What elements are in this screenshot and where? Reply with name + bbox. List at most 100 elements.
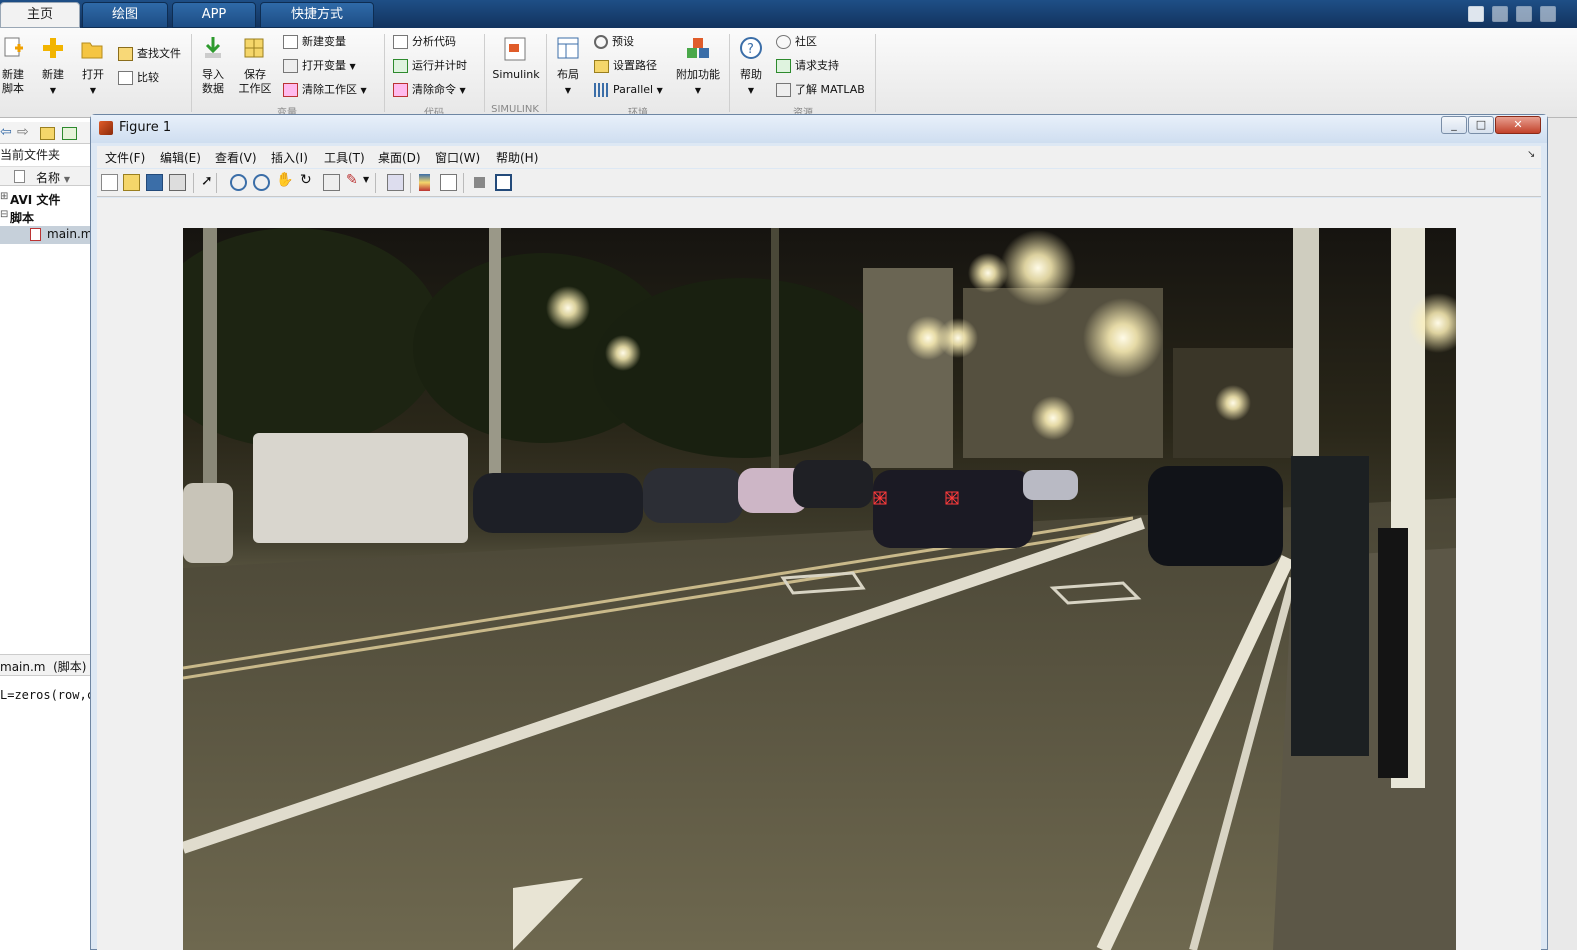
street-photo-svg [183,228,1456,950]
pan-hand-icon[interactable]: ✋ [276,172,293,188]
parallel-button[interactable]: Parallel ▼ [594,82,663,99]
menu-help[interactable]: 帮助(H) [496,149,538,166]
name-column-label: 名称 [36,171,61,185]
new-variable-icon [283,35,298,49]
open-file-icon[interactable] [123,174,140,191]
help-dropdown-icon[interactable]: ▼ [745,84,757,98]
code-preview: L=zeros(row,co [0,688,102,702]
help-button[interactable]: 帮助 [734,68,768,82]
up-folder-icon[interactable] [40,127,55,140]
data-cursor-icon[interactable] [323,174,340,191]
colorbar-icon[interactable] [419,174,430,191]
zoom-in-icon[interactable] [230,174,247,191]
addons-button[interactable]: 附加功能 [670,68,726,82]
run-and-time-button[interactable]: 运行并计时 [393,58,467,74]
figure-title-bar[interactable]: Figure 1 _ □ ✕ [91,115,1547,143]
close-button[interactable]: ✕ [1495,116,1541,134]
show-plot-tools-icon[interactable] [495,174,512,191]
clear-workspace-button[interactable]: 清除工作区 ▼ [283,82,367,99]
copy-icon[interactable] [1540,6,1556,22]
save-workspace-icon [243,36,265,60]
clear-commands-dropdown-icon[interactable]: ▼ [460,86,466,95]
menu-desktop[interactable]: 桌面(D) [378,149,421,166]
toolbar-separator [216,173,217,193]
clear-commands-button[interactable]: 清除命令 ▼ [393,82,466,99]
learn-matlab-button[interactable]: 了解 MATLAB [776,82,865,98]
set-path-button[interactable]: 设置路径 [594,58,657,74]
sort-dropdown-icon[interactable]: ▼ [64,175,70,184]
run-and-time-label: 运行并计时 [412,59,467,72]
request-support-button[interactable]: 请求支持 [776,58,839,74]
legend-icon[interactable] [440,174,457,191]
menu-file[interactable]: 文件(F) [105,149,145,166]
brush-dropdown-icon[interactable]: ▼ [363,175,369,184]
new-script-button[interactable]: 新建 脚本 [0,68,26,96]
community-button[interactable]: 社区 [776,34,817,50]
column-header: 名称 ▼ [0,166,92,186]
clear-workspace-icon [283,83,298,97]
tree-item-scripts[interactable]: ⊟ 脚本 [0,208,92,226]
import-data-button[interactable]: 导入 数据 [198,68,228,96]
new-button[interactable]: 新建 [38,68,68,82]
tab-plots[interactable]: 绘图 [82,2,168,28]
open-dropdown-icon[interactable]: ▼ [87,84,99,98]
find-files-icon [118,47,133,61]
tab-apps[interactable]: APP [172,2,256,28]
browse-folder-icon[interactable] [62,127,77,140]
print-icon[interactable] [169,174,186,191]
dock-arrow-icon[interactable]: ↘ [1527,149,1535,160]
new-plus-icon [42,36,64,60]
parallel-dropdown-icon[interactable]: ▼ [657,86,663,95]
layout-dropdown-icon[interactable]: ▼ [562,84,574,98]
open-button[interactable]: 打开 [78,68,108,82]
forward-arrow-icon[interactable]: ⇨ [17,124,29,140]
new-figure-icon[interactable] [101,174,118,191]
back-arrow-icon[interactable]: ⇦ [0,124,12,140]
save-figure-icon[interactable] [146,174,163,191]
menu-edit[interactable]: 编辑(E) [160,149,201,166]
tab-shortcuts[interactable]: 快捷方式 [260,2,374,28]
figure-title: Figure 1 [119,120,172,135]
new-variable-button[interactable]: 新建变量 [283,34,346,50]
new-dropdown-icon[interactable]: ▼ [47,84,59,98]
preferences-button[interactable]: 预设 [594,34,634,50]
brush-icon[interactable]: ✎ [346,172,358,188]
clear-workspace-dropdown-icon[interactable]: ▼ [361,86,367,95]
toolbar-separator [193,173,194,193]
hide-plot-tools-icon[interactable] [474,177,485,188]
ribbon-separator [191,34,192,112]
request-support-label: 请求支持 [795,59,839,72]
open-variable-button[interactable]: 打开变量 ▼ [283,58,356,75]
tree-item-avi[interactable]: ⊞ AVI 文件 [0,190,92,208]
layout-button[interactable]: 布局 [552,68,584,82]
collapse-icon[interactable]: ⊟ [0,209,8,220]
tab-home[interactable]: 主页 [0,2,80,28]
find-files-button[interactable]: 查找文件 [118,46,181,62]
analyze-code-button[interactable]: 分析代码 [393,34,456,50]
minimize-button[interactable]: _ [1441,116,1467,134]
rotate-3d-icon[interactable]: ↻ [300,172,312,188]
run-and-time-icon [393,59,408,73]
tree-item-main[interactable]: main.m [0,226,93,244]
menu-window[interactable]: 窗口(W) [435,149,480,166]
addons-dropdown-icon[interactable]: ▼ [692,84,704,98]
save-icon[interactable] [1492,6,1508,22]
open-variable-dropdown-icon[interactable]: ▼ [350,62,356,71]
quick-access-icon[interactable] [1468,6,1484,22]
expand-icon[interactable]: ⊞ [0,191,8,202]
compare-button[interactable]: 比较 [118,70,159,86]
menu-insert[interactable]: 插入(I) [271,149,308,166]
zoom-out-icon[interactable] [253,174,270,191]
save-workspace-button[interactable]: 保存 工作区 [236,68,274,96]
simulink-button[interactable]: Simulink [488,68,544,82]
details-title: main.m (脚本) [0,660,87,674]
menu-tools[interactable]: 工具(T) [324,149,365,166]
name-column-header[interactable]: 名称 ▼ [36,169,70,186]
maximize-button[interactable]: □ [1468,116,1494,134]
menu-view[interactable]: 查看(V) [215,149,257,166]
pointer-icon[interactable]: ➚ [201,173,213,189]
tree-item-label: main.m [47,227,93,241]
cut-icon[interactable] [1516,6,1532,22]
link-plot-icon[interactable] [387,174,404,191]
figure-canvas [97,198,1541,950]
